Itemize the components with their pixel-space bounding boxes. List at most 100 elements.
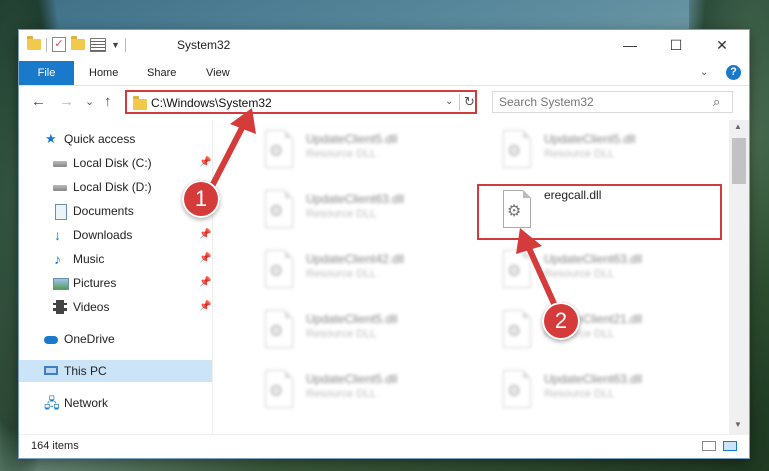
sidebar-item-label: Pictures	[73, 276, 117, 290]
file-type: Resource DLL	[306, 388, 377, 400]
list-item[interactable]: ⚙ UpdateClient42.dll Resource DLL	[261, 246, 486, 294]
sidebar-item-label: Local Disk (D:)	[73, 180, 152, 194]
ribbon: File Home Share View ⌄ ?	[19, 60, 749, 86]
sidebar-item-label: Network	[64, 396, 109, 410]
new-folder-icon[interactable]	[71, 36, 85, 50]
minimize-button[interactable]: —	[607, 30, 653, 60]
scroll-up-arrow-icon[interactable]: ▲	[734, 122, 742, 131]
properties-check-icon[interactable]: ✓	[52, 37, 66, 52]
file-type: Resource DLL	[544, 148, 615, 160]
back-button[interactable]: ←	[31, 93, 46, 110]
dll-file-icon: ⚙	[499, 250, 535, 290]
refresh-icon[interactable]: ↻	[464, 94, 475, 110]
this-pc-icon	[44, 366, 58, 375]
file-list: ⚙ UpdateClient5.dll Resource DLL ⚙ Updat…	[213, 120, 729, 434]
sidebar-item-pictures[interactable]: Pictures 📌	[19, 272, 212, 294]
dll-file-icon: ⚙	[499, 310, 535, 350]
sidebar-item-videos[interactable]: Videos 📌	[19, 296, 212, 318]
file-name: UpdateClient63.dll	[544, 372, 643, 386]
large-icons-view-icon[interactable]	[723, 441, 737, 451]
pin-icon[interactable]: 📌	[199, 157, 211, 168]
file-name: UpdateClient5.dll	[306, 312, 398, 326]
sidebar-item-label: OneDrive	[64, 332, 115, 346]
list-item[interactable]: ⚙ UpdateClient5.dll Resource DLL	[261, 126, 486, 174]
recent-locations-chevron-icon[interactable]: ⌄	[85, 95, 94, 108]
scrollbar-thumb[interactable]	[732, 138, 746, 184]
tab-file[interactable]: File	[19, 61, 74, 85]
vertical-scrollbar[interactable]: ▲ ▼	[729, 120, 749, 434]
navigation-bar: ← → ⌄ ↑ C:\Windows\System32 ⌄ ↻ ⌕	[19, 86, 749, 119]
search-box[interactable]: ⌕	[492, 91, 733, 113]
folder-icon[interactable]	[27, 36, 41, 50]
file-name: UpdateClient5.dll	[306, 132, 398, 146]
window-title: System32	[177, 38, 231, 52]
sidebar-item-downloads[interactable]: ↓ Downloads 📌	[19, 224, 212, 246]
address-dropdown-chevron-icon[interactable]: ⌄	[445, 96, 453, 107]
address-bar[interactable]: C:\Windows\System32 ⌄ ↻	[125, 90, 477, 114]
file-explorer-window: ✓ ▼ System32 — ☐ ✕ File Home Share View …	[19, 30, 749, 458]
address-path[interactable]: C:\Windows\System32	[151, 96, 272, 110]
pin-icon[interactable]: 📌	[199, 301, 211, 312]
network-icon: 🖧	[44, 395, 60, 411]
sidebar-item-label: This PC	[64, 364, 107, 378]
step-1-badge: 1	[182, 180, 220, 218]
sidebar-item-onedrive[interactable]: OneDrive	[19, 328, 212, 350]
search-icon[interactable]: ⌕	[713, 94, 720, 110]
expand-ribbon-chevron-icon[interactable]: ⌄	[700, 67, 708, 78]
file-type: Resource DLL	[306, 208, 377, 220]
file-name: UpdateClient63.dll	[544, 252, 643, 266]
properties-icon[interactable]	[90, 37, 106, 52]
dll-file-icon: ⚙	[261, 370, 297, 410]
sidebar-item-label: Music	[73, 252, 105, 266]
maximize-button[interactable]: ☐	[653, 30, 699, 60]
downloads-icon: ↓	[54, 227, 61, 243]
help-icon[interactable]: ?	[726, 65, 741, 80]
tab-share[interactable]: Share	[147, 61, 176, 85]
file-name: UpdateClient42.dll	[306, 252, 405, 266]
list-item[interactable]: ⚙ UpdateClient63.dll Resource DLL	[499, 246, 724, 294]
item-count: 164 items	[31, 440, 79, 452]
music-icon: ♪	[54, 251, 61, 267]
quick-access-toolbar: ✓ ▼	[27, 36, 126, 52]
sidebar-item-local-disk-c[interactable]: Local Disk (C:) 📌	[19, 152, 212, 174]
documents-icon	[55, 204, 67, 220]
pin-icon[interactable]: 📌	[199, 229, 211, 240]
list-item[interactable]: ⚙ UpdateClient63.dll Resource DLL	[261, 186, 486, 234]
sidebar-item-quick-access[interactable]: ★ Quick access	[19, 128, 212, 150]
file-name: UpdateClient63.dll	[306, 192, 405, 206]
search-input[interactable]	[499, 94, 699, 110]
status-bar: 164 items	[19, 434, 749, 458]
scroll-down-arrow-icon[interactable]: ▼	[734, 420, 742, 429]
folder-icon	[133, 96, 147, 110]
toolbar-divider	[124, 37, 126, 52]
disk-icon	[53, 185, 67, 191]
dll-file-icon: ⚙	[261, 190, 297, 230]
pin-icon[interactable]: 📌	[199, 253, 211, 264]
pin-icon[interactable]: 📌	[199, 277, 211, 288]
list-item[interactable]: ⚙ UpdateClient5.dll Resource DLL	[499, 126, 724, 174]
tab-view[interactable]: View	[206, 61, 230, 85]
sidebar-item-music[interactable]: ♪ Music 📌	[19, 248, 212, 270]
eregcall-highlight-box	[477, 184, 722, 240]
tab-home[interactable]: Home	[89, 61, 118, 85]
address-divider	[459, 94, 460, 111]
file-name: UpdateClient5.dll	[544, 132, 636, 146]
list-item[interactable]: ⚙ UpdateClient5.dll Resource DLL	[261, 366, 486, 414]
forward-button[interactable]: →	[59, 93, 74, 110]
dll-file-icon: ⚙	[261, 250, 297, 290]
sidebar-item-network[interactable]: 🖧 Network	[19, 392, 212, 414]
sidebar-item-label: Documents	[73, 204, 134, 218]
customize-toolbar-chevron-icon[interactable]: ▼	[111, 40, 120, 50]
toolbar-divider	[46, 37, 47, 52]
sidebar-item-this-pc[interactable]: This PC	[19, 360, 212, 382]
sidebar-item-label: Local Disk (C:)	[73, 156, 152, 170]
sidebar-item-label: Videos	[73, 300, 110, 314]
list-item[interactable]: ⚙ UpdateClient63.dll Resource DLL	[499, 366, 724, 414]
details-view-icon[interactable]	[702, 441, 716, 451]
up-button[interactable]: ↑	[104, 93, 112, 110]
dll-file-icon: ⚙	[261, 310, 297, 350]
file-name: UpdateClient5.dll	[306, 372, 398, 386]
list-item[interactable]: ⚙ UpdateClient21.dll Resource DLL	[499, 306, 724, 354]
list-item[interactable]: ⚙ UpdateClient5.dll Resource DLL	[261, 306, 486, 354]
close-button[interactable]: ✕	[699, 30, 745, 60]
